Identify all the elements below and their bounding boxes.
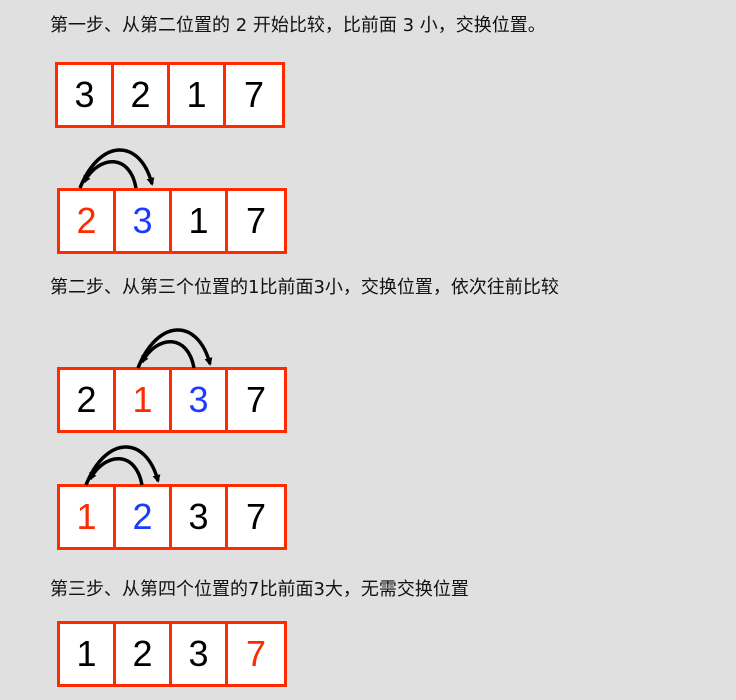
step-3-title: 第三步、从第四个位置的7比前面3大，无需交换位置 [50,579,469,600]
step-1-title: 第一步、从第二位置的 2 开始比较，比前面 3 小，交换位置。 [50,15,546,36]
array-step1-before: 3 2 1 7 [55,62,285,128]
array-cell: 2 [116,487,172,547]
array-step3-result: 1 2 3 7 [57,621,287,687]
array-cell: 1 [60,624,116,684]
array-cell: 2 [114,65,170,125]
array-cell: 7 [245,379,267,420]
array-cell: 2 [60,191,116,251]
array-step2-first-swap: 2 1 3 7 [57,367,287,433]
array-cell: 1 [116,370,172,430]
array-cell: 3 [58,65,114,125]
array-cell: 2 [60,370,116,430]
swap-arrow-icon [78,148,155,189]
array-cell: 7 [243,74,265,115]
array-cell: 1 [172,191,228,251]
swap-arrow-icon [84,445,161,486]
array-step1-after: 2 3 1 7 [57,188,287,254]
array-cell: 3 [116,191,172,251]
step-2-title: 第二步、从第三个位置的1比前面3小，交换位置，依次往前比较 [50,277,559,298]
array-cell: 2 [116,624,172,684]
array-cell: 3 [172,624,228,684]
swap-arrow-icon [136,328,213,369]
array-cell: 3 [172,370,228,430]
array-cell: 1 [60,487,116,547]
array-cell: 7 [245,633,267,674]
array-step2-second-swap: 1 2 3 7 [57,484,287,550]
array-cell: 1 [170,65,226,125]
array-cell: 3 [172,487,228,547]
array-cell: 7 [245,496,267,537]
array-cell: 7 [245,200,267,241]
